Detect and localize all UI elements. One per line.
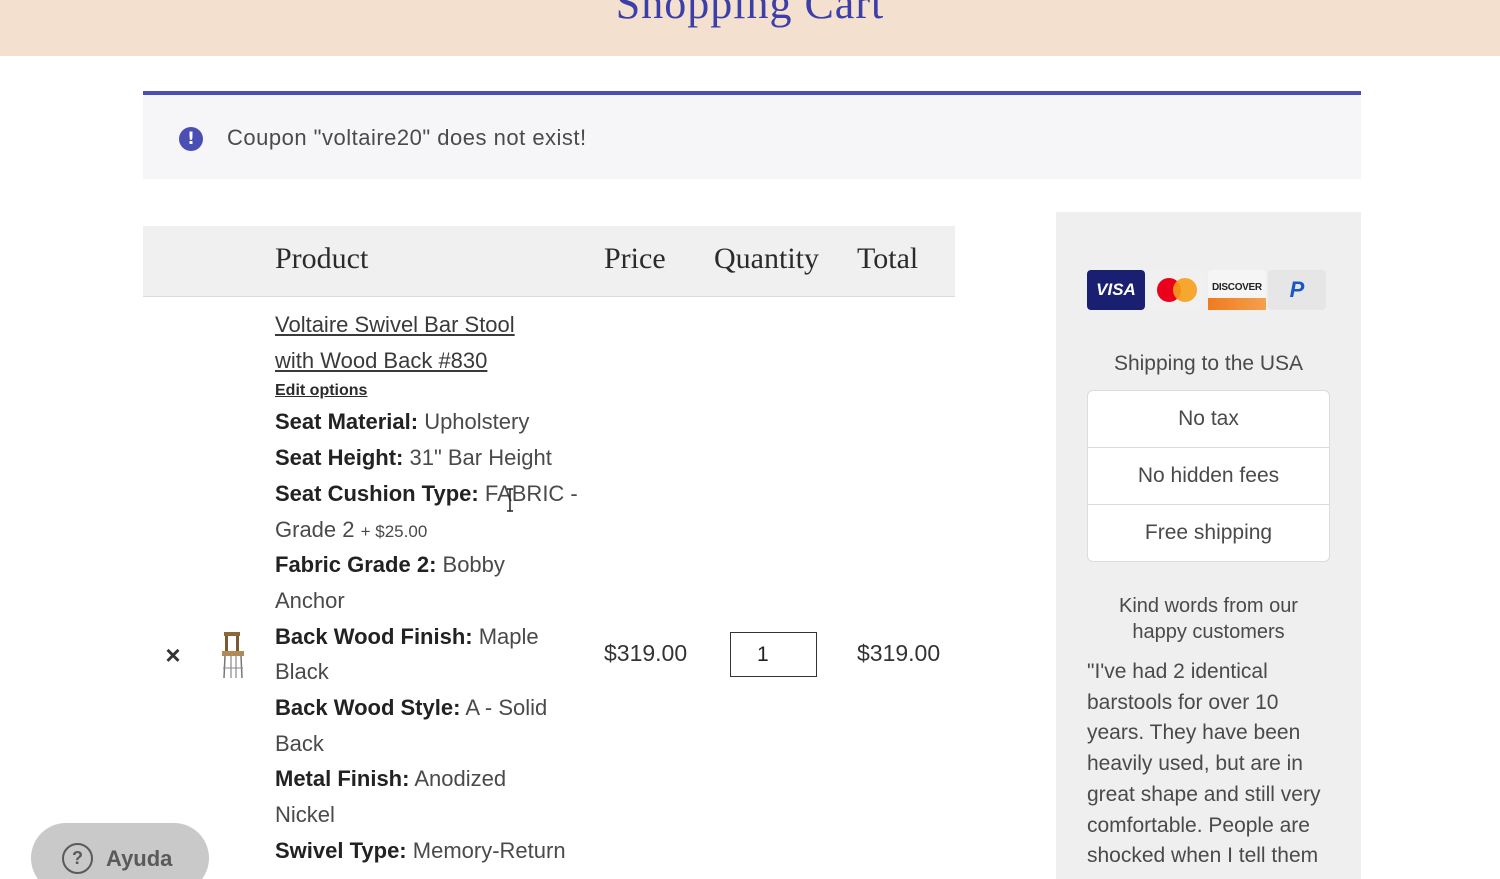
- attr-seat-material: Seat Material: Upholstery: [275, 409, 529, 435]
- attr-value: Nickel: [275, 802, 335, 827]
- help-button[interactable]: ? Ayuda: [31, 823, 209, 879]
- attr-value: Maple: [478, 624, 539, 649]
- attr-value: Anodized: [414, 766, 507, 791]
- remove-item-button[interactable]: ×: [160, 640, 186, 670]
- paypal-icon: P: [1268, 270, 1326, 310]
- item-price: $319.00: [604, 640, 688, 666]
- attr-value: A - Solid: [465, 695, 548, 720]
- testimonials-title-line2: happy customers: [1132, 621, 1285, 643]
- quantity-input[interactable]: [730, 632, 817, 677]
- benefit-no-hidden-fees: No hidden fees: [1088, 448, 1329, 505]
- attr-metal-finish: Metal Finish: Anodized: [275, 766, 506, 792]
- attr-seat-cushion-cont: Grade 2 + $25.00: [275, 517, 427, 543]
- attr-back-wood-style-cont: Back: [275, 731, 324, 757]
- question-icon: ?: [62, 843, 93, 874]
- page-title: Shopping Cart: [615, 0, 885, 28]
- discover-card-icon: DISCOVER: [1208, 270, 1266, 310]
- text-cursor-icon: [507, 488, 513, 512]
- attr-label: Seat Cushion Type:: [275, 481, 479, 506]
- shipping-title: Shipping to the USA: [1113, 352, 1304, 375]
- attr-label: Back Wood Style:: [275, 695, 461, 720]
- edit-options-link[interactable]: Edit options: [275, 382, 367, 400]
- attr-label: Back Wood Finish:: [275, 624, 473, 649]
- header-quantity: Quantity: [714, 242, 819, 275]
- attr-value: FABRIC -: [484, 481, 578, 506]
- attr-back-wood-finish: Back Wood Finish: Maple: [275, 624, 539, 650]
- attr-value: Black: [275, 659, 329, 684]
- header-band: Shopping Cart: [0, 0, 1500, 56]
- attr-label: Metal Finish:: [275, 766, 410, 791]
- attr-label: Seat Material:: [275, 409, 419, 434]
- testimonials-title: Kind words from our happy customers: [1056, 593, 1361, 645]
- attr-label: Seat Height:: [275, 445, 404, 470]
- attr-value: Back: [275, 731, 324, 756]
- header-product: Product: [275, 242, 369, 275]
- testimonial-quote: "I've had 2 identical barstools for over…: [1087, 660, 1321, 868]
- attr-value: Upholstery: [424, 409, 530, 434]
- attr-label: Swivel Type:: [275, 838, 407, 863]
- header-total: Total: [857, 242, 919, 275]
- exclamation-circle-icon: !: [179, 127, 203, 151]
- help-label: Ayuda: [106, 846, 173, 871]
- attr-fabric-grade-cont: Anchor: [275, 588, 345, 614]
- attr-value: Bobby: [442, 552, 505, 577]
- notice-message: Coupon "voltaire20" does not exist!: [227, 125, 587, 150]
- attr-value: 31" Bar Height: [409, 445, 552, 470]
- header-price: Price: [604, 242, 666, 275]
- product-name-link-line2[interactable]: with Wood Back #830: [275, 348, 487, 374]
- benefit-free-shipping: Free shipping: [1144, 521, 1273, 544]
- product-thumbnail[interactable]: [218, 630, 248, 680]
- cart-table-header: Product Price Quantity Total: [143, 226, 955, 297]
- attr-back-wood-style: Back Wood Style: A - Solid: [275, 695, 547, 721]
- attr-swivel-type: Swivel Type: Memory-Return: [275, 838, 566, 864]
- item-total: $319.00: [857, 640, 941, 666]
- attr-seat-cushion: Seat Cushion Type: FABRIC -: [275, 481, 578, 507]
- product-name-link[interactable]: Voltaire Swivel Bar Stool: [275, 312, 515, 338]
- testimonials-title-line1: Kind words from our: [1119, 595, 1298, 617]
- benefits-list: No tax No hidden fees Free shipping: [1087, 390, 1330, 562]
- coupon-error-notice: ! Coupon "voltaire20" does not exist!: [143, 91, 1361, 179]
- visa-card-icon: VISA: [1087, 270, 1145, 310]
- attr-value: Grade 2: [275, 517, 355, 542]
- mastercard-icon: [1148, 270, 1206, 310]
- benefit-no-tax: No tax: [1088, 391, 1329, 448]
- attr-metal-finish-cont: Nickel: [275, 802, 335, 828]
- attr-label: Fabric Grade 2:: [275, 552, 437, 577]
- attr-fabric-grade: Fabric Grade 2: Bobby: [275, 552, 505, 578]
- attr-back-wood-finish-cont: Black: [275, 659, 329, 685]
- attr-value: Memory-Return: [412, 838, 566, 863]
- attr-addon-price: + $25.00: [360, 522, 428, 541]
- attr-seat-height: Seat Height: 31" Bar Height: [275, 445, 552, 471]
- attr-value: Anchor: [275, 588, 345, 613]
